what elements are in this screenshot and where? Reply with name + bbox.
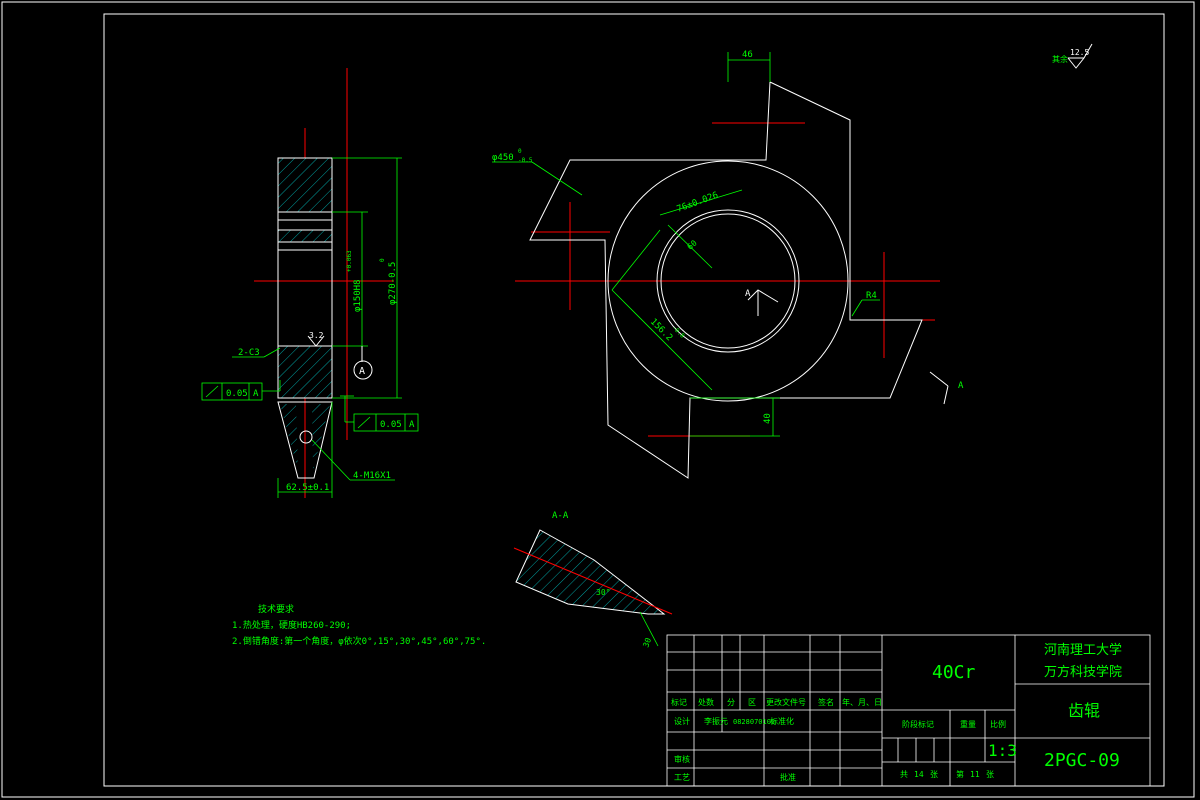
section-dim: 30 <box>641 636 653 648</box>
titleblock-review_label: 审核 <box>674 754 690 764</box>
drawing-tech-line2: 2.倒错角度:第一个角度，φ依次0°,15°,30°,45°,60°,75°. <box>232 635 486 647</box>
titleblock-std_label: 标准化 <box>770 716 794 726</box>
titleblock-design_label: 设计 <box>674 716 690 726</box>
section-title: A-A <box>552 511 569 521</box>
roughness-symbol: 其余 12.5 <box>1052 43 1093 69</box>
dim-width: 62.5±0.1 <box>286 483 329 493</box>
dim-side-270-tol: 0 <box>379 258 386 262</box>
tb-h-5: 签名 <box>818 697 834 707</box>
cad-drawing: φ150H8 +0.063 φ270-0.5 0 3.2 A 2-C3 0.05… <box>1 1 1195 798</box>
tb-h-3: 区 <box>748 698 756 707</box>
titleblock-weight_label: 重量 <box>960 719 976 729</box>
titleblock-page_unit: 张 <box>986 770 994 779</box>
tolerance-frame-right: 0.05 A <box>340 395 419 432</box>
school-2: 万方科技学院 <box>1044 664 1122 680</box>
drawing-tolerance-value: 0.05 <box>380 420 402 430</box>
section-a-marker: A <box>745 289 751 299</box>
school-1: 河南理工大学 <box>1044 642 1122 658</box>
tb-h-1: 处数 <box>698 697 714 707</box>
section-cut-label: A <box>958 381 964 391</box>
section-angle: 30° <box>596 588 610 597</box>
dim-outer-dia-tol-top: 0 <box>518 148 522 155</box>
titleblock-stage_label: 阶段标记 <box>902 719 934 729</box>
title-block-text: 标记 处数 分 区 更改文件号 签名 年、月、日 设计 李振元 08280701… <box>671 642 1122 782</box>
dim-chamfer: 2-C3 <box>238 348 260 358</box>
titleblock-scale_label: 比例 <box>990 719 1006 729</box>
titleblock-total: 14 <box>914 770 924 779</box>
drawing-roughness-value: 12.5 <box>1070 48 1089 57</box>
drawing-roughness-label: 其余 <box>1052 54 1068 64</box>
section-a-a: A-A 30° 30 <box>513 511 673 649</box>
dim-side-150-tol: +0.063 <box>346 250 353 272</box>
titleblock-process_label: 工艺 <box>674 773 690 782</box>
inner-border <box>103 13 1165 787</box>
dim-thread: 4-M16X1 <box>353 471 391 481</box>
drawing-tolerance-value: 0.05 <box>226 389 248 399</box>
titleblock-sheet_unit: 张 <box>930 770 938 779</box>
drawing-tolerance-datum: A <box>253 389 259 399</box>
tech-requirements: 技术要求 1.热处理，硬度HB260-290; 2.倒错角度:第一个角度，φ依次… <box>232 603 486 647</box>
titleblock-page: 11 <box>970 770 980 779</box>
part-name: 齿辊 <box>1068 701 1100 720</box>
dim-bore-small: 60 <box>686 238 699 251</box>
scale: 1:3 <box>988 741 1017 760</box>
tb-h-6: 年、月、日 <box>842 697 882 707</box>
dim-side-270: φ270-0.5 <box>388 262 398 305</box>
drawing-no: 2PGC-09 <box>1044 750 1120 771</box>
dim-outer-dia: φ450 <box>492 153 514 163</box>
titleblock-designer: 李振元 <box>704 716 728 726</box>
drawing-tech-title: 技术要求 <box>258 603 294 615</box>
dim-top-width: 46 <box>742 50 753 60</box>
front-view: 76±0.026 60 156.2 -0.8 A 46 φ450 0 -0.5 … <box>492 50 964 479</box>
tb-h-4: 更改文件号 <box>766 697 806 707</box>
dim-chord-tol: -0.8 <box>671 324 686 339</box>
tb-h-2: 分 <box>727 698 735 707</box>
titleblock-approve_label: 批准 <box>780 772 796 782</box>
drawing-tolerance-datum: A <box>409 420 415 430</box>
drawing-tech-line1: 1.热处理，硬度HB260-290; <box>232 619 351 631</box>
titleblock-student_id: 0828070102 <box>733 718 775 726</box>
titleblock-page_label: 第 <box>956 769 964 779</box>
dim-r4: R4 <box>866 291 877 301</box>
material: 40Cr <box>932 662 976 683</box>
dim-side-150: φ150H8 <box>353 279 363 312</box>
tb-h-0: 标记 <box>671 697 687 707</box>
roughness-small: 3.2 <box>309 331 324 340</box>
tolerance-frame-left: 0.05 A <box>201 380 281 401</box>
datum-a-label: A <box>359 366 365 377</box>
titleblock-total_label: 共 <box>900 770 908 779</box>
side-view: φ150H8 +0.063 φ270-0.5 0 3.2 A 2-C3 0.05… <box>201 68 419 498</box>
dim-slot: 40 <box>763 413 773 424</box>
dim-outer-dia-tol-bot: -0.5 <box>518 157 533 164</box>
